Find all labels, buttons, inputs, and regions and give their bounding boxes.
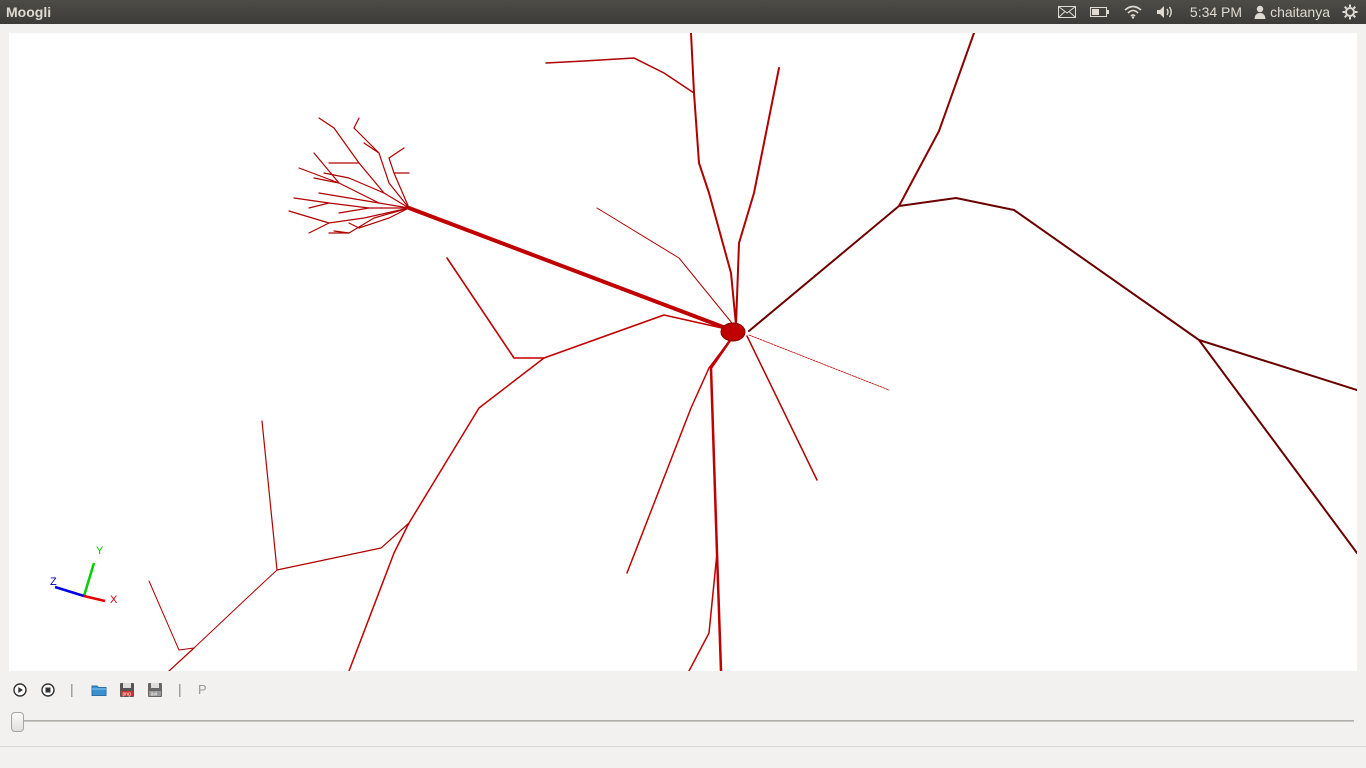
top-panel: Moogli 5:34 PM chaitanya — [0, 0, 1366, 24]
gear-icon[interactable] — [1342, 0, 1358, 24]
app-title: Moogli — [6, 4, 52, 20]
user-icon — [1254, 5, 1266, 19]
axes-gizmo: Y Z X — [50, 545, 118, 606]
stop-icon[interactable] — [39, 681, 57, 699]
axis-y-label: Y — [96, 545, 104, 557]
save-png-tag: png — [123, 691, 132, 697]
battery-icon[interactable] — [1089, 0, 1110, 24]
time-slider-handle[interactable] — [11, 712, 24, 732]
username: chaitanya — [1270, 4, 1330, 20]
toolbar-separator: | — [70, 681, 74, 697]
3d-viewport[interactable]: Y Z X — [9, 33, 1357, 671]
status-bar — [0, 746, 1366, 768]
axis-x-label: X — [110, 594, 118, 606]
indicator-area: 5:34 PM chaitanya — [1057, 0, 1366, 24]
neuron-render — [148, 33, 1357, 671]
neuron-soma — [720, 322, 746, 342]
folder-open-icon[interactable] — [90, 681, 108, 699]
speaker-icon[interactable] — [1156, 0, 1176, 24]
time-slider-track[interactable] — [14, 720, 1354, 722]
neuron-trunk-left — [407, 206, 733, 332]
clock[interactable]: 5:34 PM — [1190, 4, 1242, 20]
envelope-icon[interactable] — [1057, 0, 1076, 24]
save-avi-tag: avi — [151, 691, 157, 697]
user-menu[interactable]: chaitanya — [1254, 4, 1330, 20]
axis-z-label: Z — [50, 576, 57, 588]
wifi-icon[interactable] — [1124, 0, 1142, 24]
play-icon[interactable] — [11, 681, 29, 699]
p-button[interactable]: P — [198, 682, 207, 697]
playback-toolbar: | png avi | P — [0, 678, 1366, 702]
save-avi-icon[interactable]: avi — [146, 681, 164, 699]
toolbar-separator: | — [178, 681, 182, 697]
save-png-icon[interactable]: png — [118, 681, 136, 699]
